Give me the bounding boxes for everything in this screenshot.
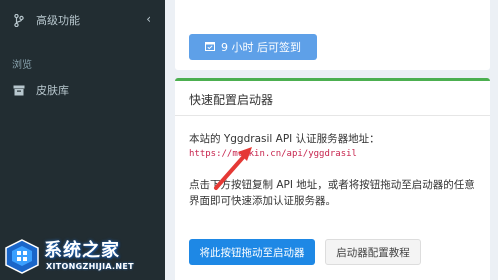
box-title: 快速配置启动器: [189, 93, 274, 107]
api-url[interactable]: https://mcskin.cn/api/yggdrasil: [189, 149, 357, 159]
sidebar-item-label: 皮肤库: [36, 84, 69, 97]
instructions-text: 点击下方按钮复制 API 地址，或者将按钮拖动至启动器的任意界面即可快速添加认证…: [189, 179, 475, 207]
branch-icon: [12, 13, 26, 27]
checkin-box: 9 小时 后可签到: [175, 0, 490, 70]
main-content: 9 小时 后可签到 快速配置启动器 本站的 Yggdrasil API 认证服务…: [165, 0, 498, 280]
drag-to-launcher-button[interactable]: 将此按钮拖动至启动器: [189, 239, 315, 265]
watermark-logo: [5, 239, 39, 274]
watermark-title: 系统之家: [44, 240, 120, 261]
sidebar-section-header: 浏览: [12, 60, 32, 71]
launcher-tutorial-button[interactable]: 启动器配置教程: [325, 239, 421, 265]
sidebar-item-advanced[interactable]: 高级功能 ‹: [0, 0, 165, 40]
sidebar-item-label: 高级功能: [36, 14, 80, 27]
sidebar-item-skins[interactable]: 皮肤库: [0, 70, 165, 110]
api-description: 本站的 Yggdrasil API 认证服务器地址：: [189, 133, 380, 145]
launcher-config-box: 快速配置启动器 本站的 Yggdrasil API 认证服务器地址： https…: [175, 78, 490, 280]
watermark: 系统之家 XITONGZHIJIA.NET: [0, 234, 175, 280]
watermark-subtitle: XITONGZHIJIA.NET: [46, 262, 134, 271]
checkin-button-label: 9 小时 后可签到: [221, 41, 301, 54]
divider: [175, 115, 490, 116]
checkin-button[interactable]: 9 小时 后可签到: [189, 34, 317, 60]
archive-icon: [12, 85, 26, 96]
chevron-left-icon: ‹: [146, 12, 151, 26]
calendar-check-icon: [205, 41, 215, 54]
